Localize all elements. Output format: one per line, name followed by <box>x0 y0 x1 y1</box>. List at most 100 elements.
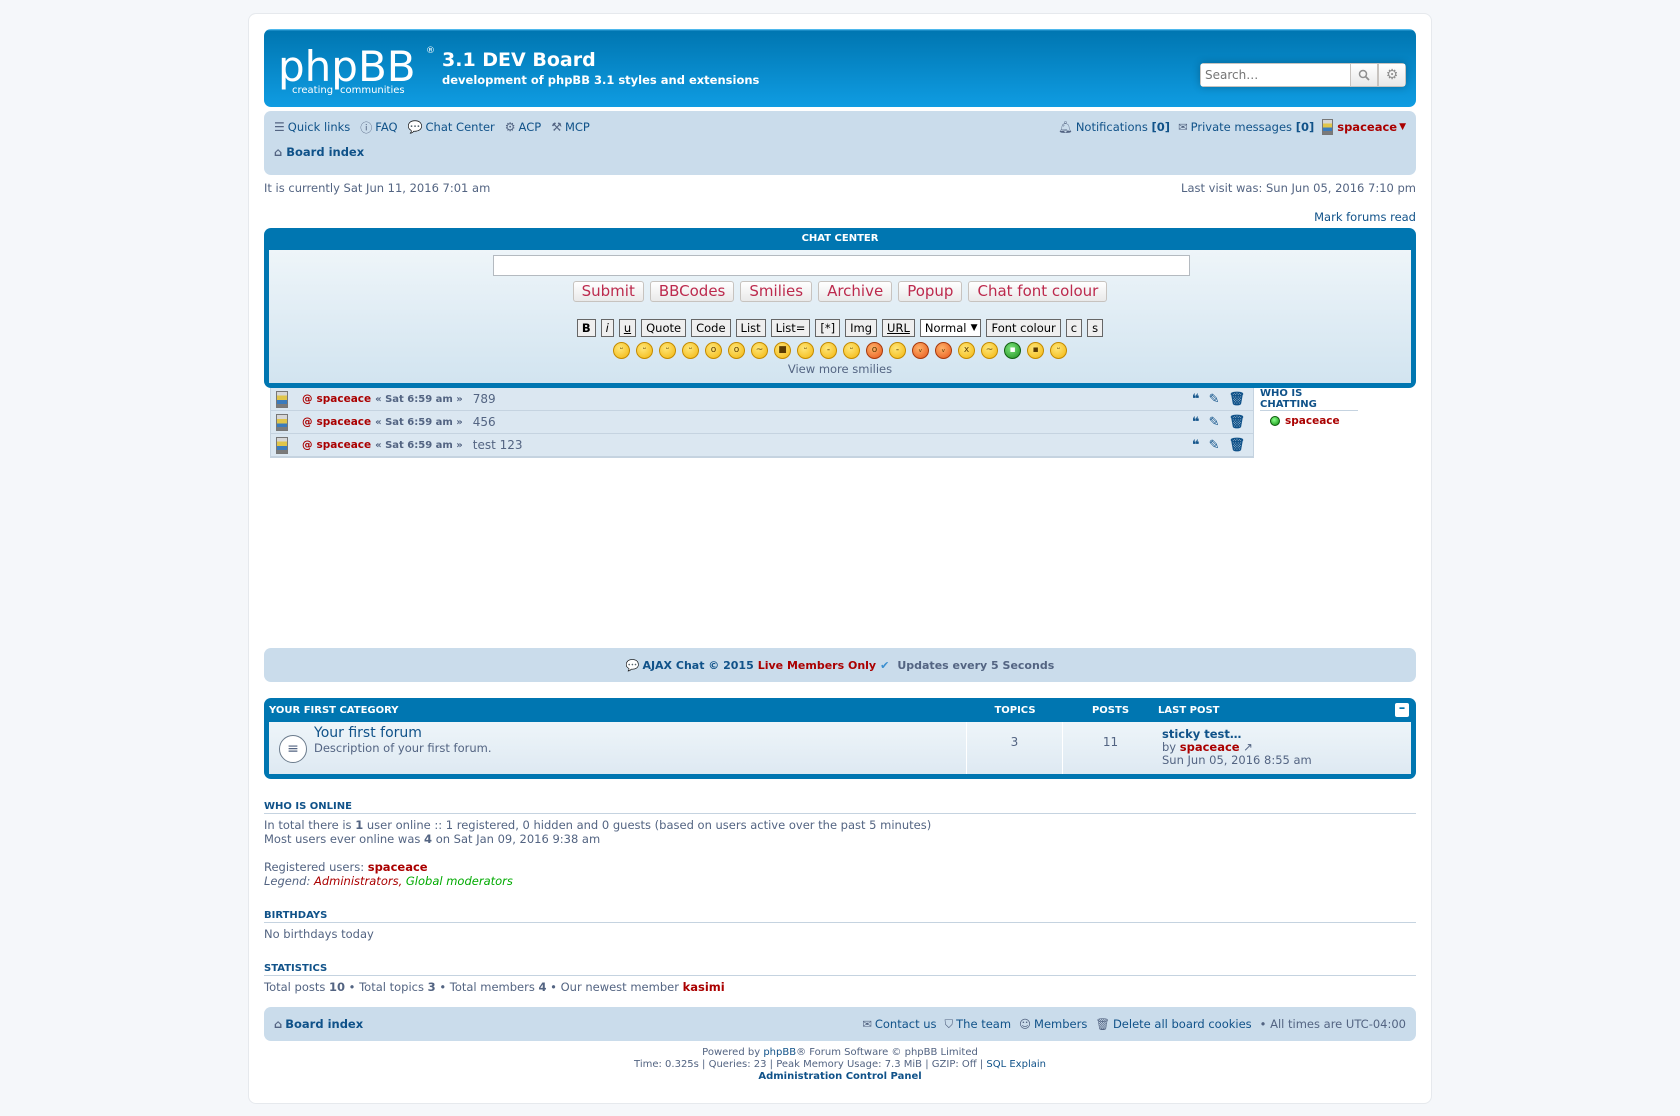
smiley-icon[interactable]: - <box>889 342 906 359</box>
quote-icon[interactable]: ❝ <box>1192 415 1200 430</box>
col-topics: TOPICS <box>994 704 1036 716</box>
board-index-link[interactable]: Board index <box>286 145 364 159</box>
bbcode-underline-button[interactable]: u <box>618 319 637 337</box>
registered-user-link[interactable]: spaceace <box>368 860 428 874</box>
smiley-icon[interactable]: ~ <box>751 342 768 359</box>
view-latest-post-icon[interactable]: ↗ <box>1243 740 1253 754</box>
contact-us-link[interactable]: ✉ Contact us <box>862 1017 936 1031</box>
team-link[interactable]: ⛉ The team <box>945 1017 1012 1032</box>
chat-message-input[interactable] <box>493 255 1190 276</box>
chat-font-colour-button[interactable]: Chat font colour <box>968 281 1108 302</box>
smiley-icon[interactable]: - <box>820 342 837 359</box>
smiley-icon[interactable]: ▪ <box>1027 342 1044 359</box>
checkmark-icon: ✔ <box>880 658 890 672</box>
online-status-icon <box>1270 416 1280 426</box>
chat-bbcodes-button[interactable]: BBCodes <box>649 281 735 302</box>
smiley-icon[interactable]: ᵕ <box>843 342 860 359</box>
notifications-link[interactable]: 🔔︎ Notifications [0] <box>1058 120 1170 134</box>
bbcode-c-button[interactable]: c <box>1065 319 1083 337</box>
smiley-icon[interactable]: ᵕ <box>613 342 630 359</box>
mcp-link[interactable]: ⚒ MCP <box>551 120 590 134</box>
smiley-icon[interactable]: o <box>705 342 722 359</box>
view-more-smilies-link[interactable]: View more smilies <box>788 362 892 376</box>
col-last-post: LAST POST <box>1158 704 1220 716</box>
advanced-search-button[interactable]: ⚙ <box>1378 63 1406 87</box>
message-text: 789 <box>472 392 496 406</box>
legend-mods-link[interactable]: Global moderators <box>406 874 513 888</box>
chat-popup-button[interactable]: Popup <box>898 281 963 302</box>
category-title[interactable]: YOUR FIRST CATEGORY <box>269 705 967 716</box>
search-button[interactable] <box>1350 63 1378 87</box>
user-menu[interactable]: spaceace ▼ <box>1322 119 1406 135</box>
private-messages-link[interactable]: ✉ Private messages [0] <box>1178 120 1314 134</box>
smiley-icon[interactable]: o <box>728 342 745 359</box>
bbcode-list-button[interactable]: List <box>735 319 766 337</box>
chat-submit-button[interactable]: Submit <box>572 281 644 302</box>
user-avatar <box>276 436 288 454</box>
who-is-online-title[interactable]: WHO IS ONLINE <box>264 801 1416 814</box>
bbcode-font-colour-button[interactable]: Font colour <box>986 319 1061 337</box>
chat-center-link[interactable]: 💬 Chat Center <box>408 120 495 134</box>
message-username[interactable]: spaceace <box>317 439 372 451</box>
quote-icon[interactable]: ❝ <box>1192 438 1200 453</box>
message-username[interactable]: spaceace <box>317 393 372 405</box>
chatting-user[interactable]: spaceace <box>1270 415 1358 427</box>
chat-archive-button[interactable]: Archive <box>818 281 893 302</box>
font-size-select[interactable]: Normal ▼ <box>919 319 982 337</box>
footer-breadcrumb[interactable]: ⌂ Board index <box>274 1017 363 1031</box>
search-input[interactable] <box>1200 63 1350 87</box>
smiley-icon[interactable]: ᵥ <box>912 342 929 359</box>
bbcode-s-button[interactable]: s <box>1087 319 1104 337</box>
quick-links-menu[interactable]: ☰ Quick links <box>274 120 350 134</box>
who-is-chatting: WHO IS CHATTING spaceace <box>1260 388 1358 427</box>
bbcode-italic-button[interactable]: i <box>600 319 614 337</box>
members-link[interactable]: ☺ Members <box>1019 1017 1087 1031</box>
bbcode-bold-button[interactable]: B <box>576 319 596 337</box>
mark-forums-read-link[interactable]: Mark forums read <box>1314 210 1416 224</box>
chat-smilies-button[interactable]: Smilies <box>740 281 813 302</box>
bbcode-list-item-button[interactable]: [*] <box>815 319 841 337</box>
bbcode-url-button[interactable]: URL <box>882 319 915 337</box>
site-logo[interactable]: phpBB ® creating communities <box>278 42 435 96</box>
message-actions: ❝ ✎ 🗑︎ <box>1192 438 1245 453</box>
smiley-icon[interactable]: ~ <box>981 342 998 359</box>
last-post-user-link[interactable]: spaceace <box>1180 740 1240 754</box>
forum-title-link[interactable]: Your first forum <box>314 725 422 741</box>
smiley-icon[interactable]: ■ <box>774 342 791 359</box>
newest-member-link[interactable]: kasimi <box>683 980 725 994</box>
collapse-toggle-icon[interactable]: – <box>1395 702 1409 717</box>
smiley-icon[interactable]: ᵕ <box>682 342 699 359</box>
mention-button[interactable]: @ <box>302 439 313 451</box>
trash-icon[interactable]: 🗑︎ <box>1228 415 1245 430</box>
acp-link[interactable]: ⚙ ACP <box>505 120 541 134</box>
edit-icon[interactable]: ✎ <box>1209 438 1220 453</box>
faq-link[interactable]: ⓘ FAQ <box>360 119 397 136</box>
sql-explain-link[interactable]: SQL Explain <box>986 1059 1046 1070</box>
smiley-icon[interactable]: ᵕ <box>659 342 676 359</box>
smiley-icon[interactable]: x <box>958 342 975 359</box>
smiley-icon[interactable]: o <box>866 342 883 359</box>
delete-cookies-link[interactable]: 🗑︎ Delete all board cookies <box>1095 1017 1251 1031</box>
trash-icon[interactable]: 🗑︎ <box>1228 392 1245 407</box>
smiley-icon[interactable]: ᵕ <box>636 342 653 359</box>
acp-footer-link[interactable]: Administration Control Panel <box>758 1071 921 1082</box>
mention-button[interactable]: @ <box>302 416 313 428</box>
bbcode-code-button[interactable]: Code <box>691 319 731 337</box>
legend-admins-link[interactable]: Administrators <box>314 874 399 888</box>
smiley-icon[interactable]: ▪ <box>1004 342 1021 359</box>
trash-icon[interactable]: 🗑︎ <box>1228 438 1245 453</box>
smiley-icon[interactable]: ᵕ <box>797 342 814 359</box>
edit-icon[interactable]: ✎ <box>1209 392 1220 407</box>
smiley-icon[interactable]: ᵥ <box>935 342 952 359</box>
footer-navbar: ⌂ Board index ✉ Contact us ⛉ The team ☺ Mem… <box>264 1007 1416 1041</box>
bbcode-list-numbered-button[interactable]: List= <box>770 319 811 337</box>
mention-button[interactable]: @ <box>302 393 313 405</box>
smiley-icon[interactable]: ᵕ <box>1050 342 1067 359</box>
edit-icon[interactable]: ✎ <box>1209 415 1220 430</box>
last-post-title-link[interactable]: sticky test… <box>1162 727 1241 741</box>
phpbb-link[interactable]: phpBB <box>763 1047 796 1058</box>
bbcode-quote-button[interactable]: Quote <box>641 319 687 337</box>
bbcode-img-button[interactable]: Img <box>845 319 878 337</box>
message-username[interactable]: spaceace <box>317 416 372 428</box>
quote-icon[interactable]: ❝ <box>1192 392 1200 407</box>
